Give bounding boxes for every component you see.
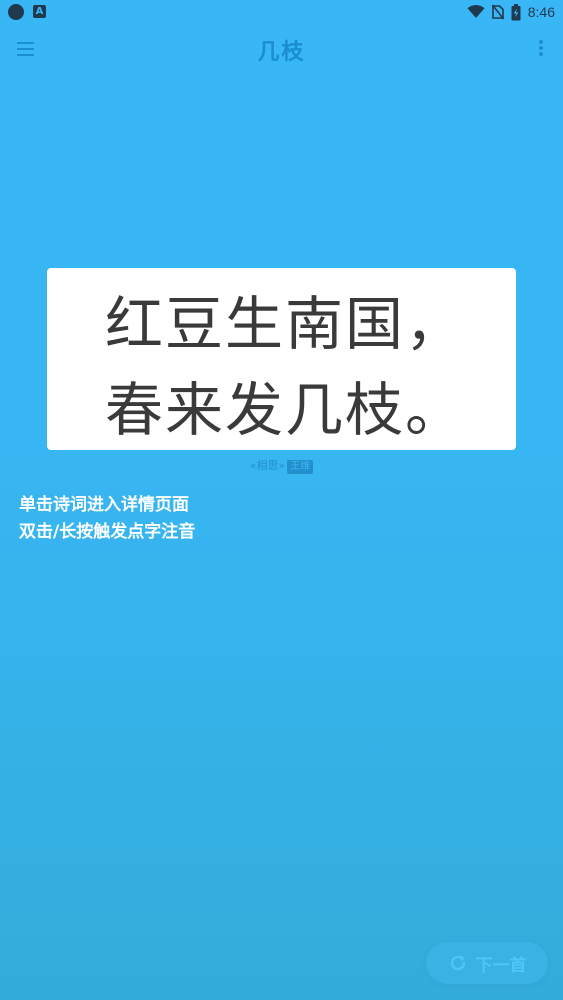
- next-poem-label: 下一首: [475, 955, 527, 976]
- status-time: 8:46: [527, 4, 555, 20]
- battery-charging-icon: [511, 3, 521, 20]
- wifi-icon: [467, 5, 485, 18]
- status-icons: 8:46: [467, 2, 555, 22]
- notification-dot-icon: [8, 4, 24, 20]
- notification-a-icon: A: [33, 5, 46, 18]
- no-sim-icon: [491, 4, 504, 20]
- hint-tap: 单击诗词进入详情页面: [19, 495, 189, 515]
- more-vertical-icon: [539, 40, 543, 56]
- more-options-button[interactable]: [531, 36, 551, 62]
- poem-card[interactable]: 红豆生南国， 春来发几枝。: [47, 268, 516, 450]
- poem-line-2[interactable]: 春来发几枝。: [105, 378, 465, 442]
- refresh-icon: [450, 955, 465, 971]
- poem-author-badge[interactable]: 王维: [287, 460, 314, 474]
- hint-double-tap: 双击/长按触发点字注音: [19, 522, 196, 542]
- next-poem-button[interactable]: 下一首: [426, 942, 548, 984]
- app-title: 几枝: [257, 39, 306, 65]
- usage-hints: 单击诗词进入详情页面 双击/长按触发点字注音: [19, 492, 195, 546]
- poem-source: «相思» 王维: [0, 458, 563, 474]
- status-bar: A 8:46: [0, 0, 563, 24]
- poem-line-1[interactable]: 红豆生南国，: [105, 292, 465, 356]
- app-bar: 几枝: [0, 24, 563, 74]
- poem-title[interactable]: «相思»: [250, 459, 285, 472]
